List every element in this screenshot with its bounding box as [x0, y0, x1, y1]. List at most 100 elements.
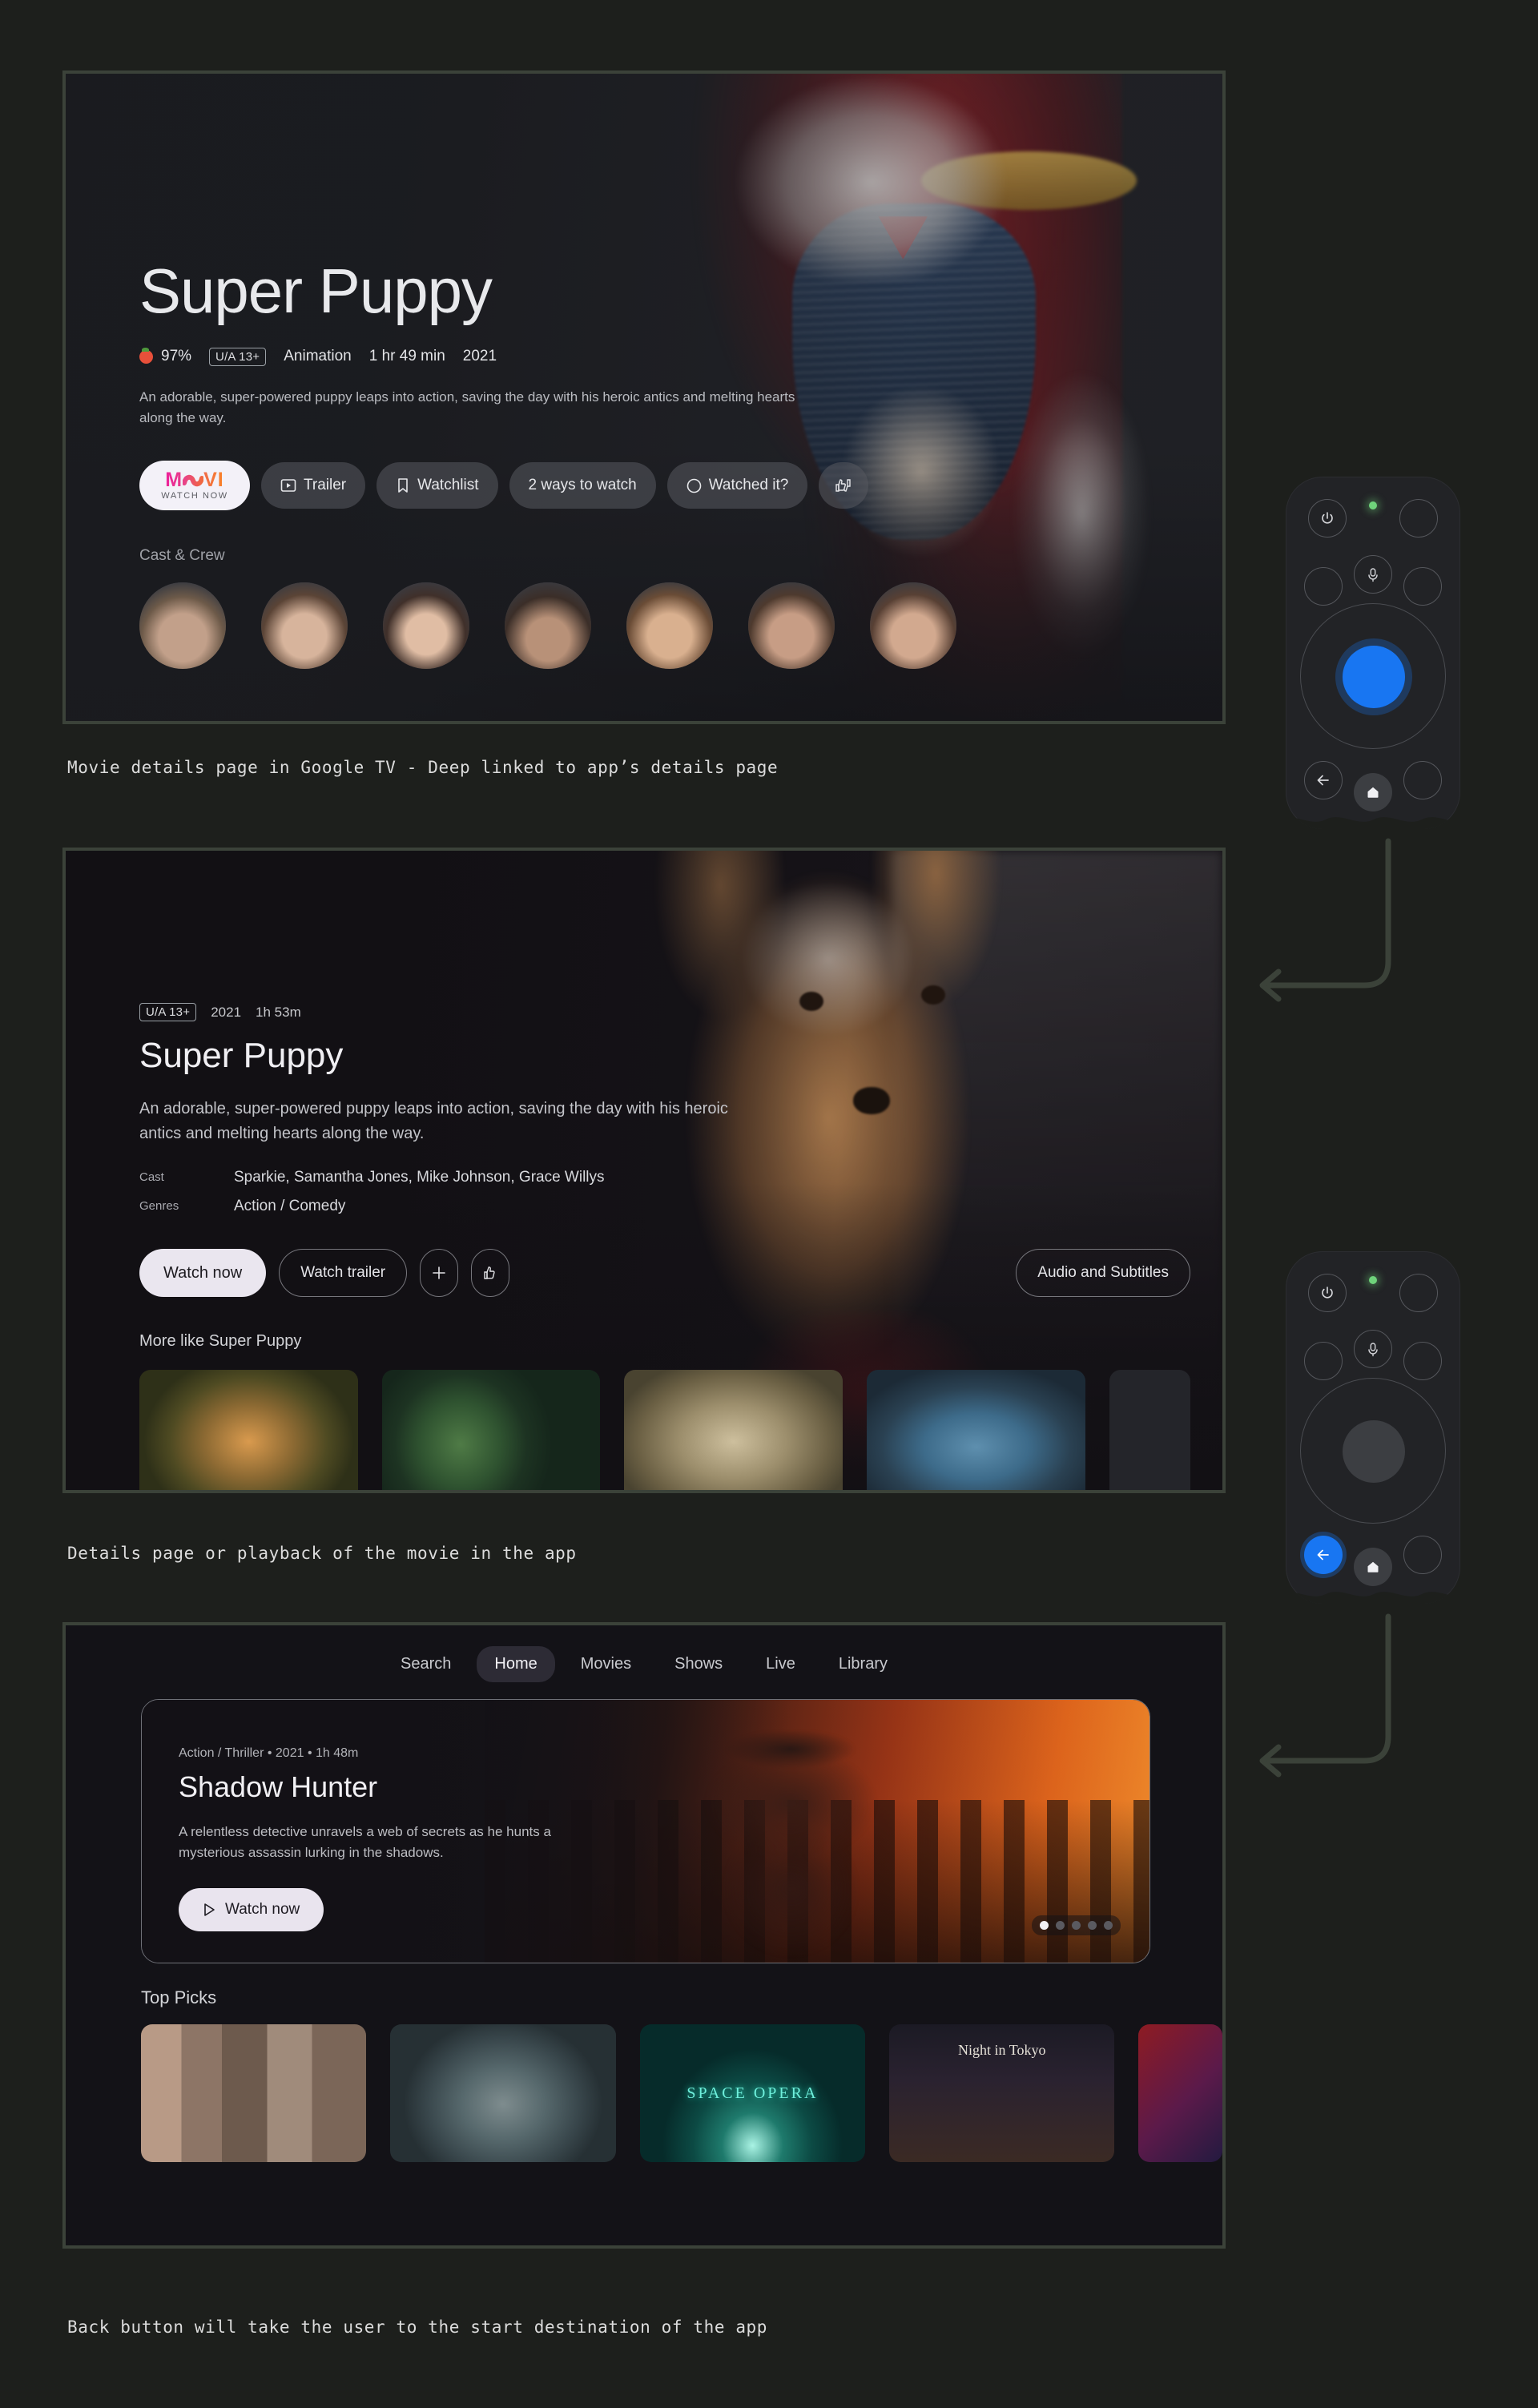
hero-carousel-card[interactable]: Action / Thriller • 2021 • 1h 48m Shadow…	[141, 1699, 1150, 1963]
rail-card-night-in-tokyo-caption: Night in Tokyo	[958, 2042, 1046, 2058]
app-details-screen: U/A 13+ 2021 1h 53m Super Puppy An adora…	[62, 848, 1226, 1493]
top-picks-rail: SPACE OPERA Night in Tokyo	[141, 2024, 1222, 2162]
left-aux-button[interactable]	[1304, 567, 1343, 606]
assistant-button[interactable]	[1354, 555, 1392, 594]
rail-card-partial[interactable]	[1138, 2024, 1222, 2162]
right-bottom-button[interactable]	[1403, 761, 1442, 799]
home-icon	[1367, 1561, 1379, 1572]
top-navigation: Search Home Movies Shows Live Library	[66, 1646, 1222, 1682]
pagination-dot[interactable]	[1072, 1921, 1081, 1930]
flow-arrow-select-to-app-details	[1259, 838, 1391, 1002]
rail-card-agents[interactable]	[141, 2024, 367, 2162]
rail-card-hedgehog[interactable]	[381, 1370, 601, 1490]
pagination-dot[interactable]	[1040, 1921, 1049, 1930]
avatar[interactable]	[383, 582, 469, 670]
watch-now-movi-button[interactable]: M VI WATCH NOW	[139, 461, 250, 511]
add-to-list-button[interactable]	[420, 1249, 459, 1297]
genres-row: Genres Action / Comedy	[139, 1198, 1190, 1215]
nav-item-home[interactable]: Home	[477, 1646, 555, 1682]
google-tv-remote-back-highlighted	[1286, 1251, 1460, 1604]
genres-label: Genres	[139, 1199, 179, 1213]
back-button[interactable]	[1304, 1536, 1343, 1574]
genres-value: Action / Comedy	[234, 1198, 346, 1214]
content-rating-badge: U/A 13+	[209, 347, 267, 366]
nav-item-library[interactable]: Library	[821, 1646, 905, 1682]
watched-it-label: Watched it?	[708, 477, 789, 494]
hero-metadata: Action / Thriller • 2021 • 1h 48m	[179, 1746, 359, 1760]
caption-panel2: Details page or playback of the movie in…	[67, 1544, 577, 1563]
right-bottom-button[interactable]	[1403, 1536, 1442, 1574]
pagination-dot[interactable]	[1104, 1921, 1113, 1930]
home-button[interactable]	[1354, 773, 1392, 811]
rail-card-space-opera[interactable]: SPACE OPERA	[639, 2024, 866, 2162]
watch-now-sub-label: WATCH NOW	[161, 491, 228, 501]
avatar[interactable]	[870, 582, 956, 670]
avatar[interactable]	[748, 582, 835, 670]
avatar[interactable]	[626, 582, 713, 670]
watchlist-button[interactable]: Watchlist	[376, 462, 498, 509]
flow-diagram-canvas: Super Puppy 97% U/A 13+ Animation 1 hr 4…	[0, 0, 1538, 2408]
avatar[interactable]	[505, 582, 591, 670]
cast-row: Cast Sparkie, Samantha Jones, Mike Johns…	[139, 1169, 1190, 1186]
dpad-select-button[interactable]	[1343, 646, 1405, 708]
critic-score: 97%	[161, 348, 192, 365]
rail-card-ape[interactable]	[390, 2024, 616, 2162]
content-rating-badge: U/A 13+	[139, 1003, 197, 1021]
back-arrow-icon	[1317, 775, 1329, 786]
top-picks-label: Top Picks	[141, 1987, 217, 2007]
action-button-row: Watch now Watch trailer Audio and Subtit…	[139, 1249, 1190, 1297]
page-title: Super Puppy	[139, 256, 493, 326]
like-button[interactable]	[471, 1249, 510, 1297]
audio-and-subtitles-button[interactable]: Audio and Subtitles	[1016, 1249, 1190, 1297]
power-button[interactable]	[1308, 1274, 1347, 1312]
power-icon	[1322, 1287, 1333, 1299]
left-aux-button[interactable]	[1304, 1342, 1343, 1380]
flow-arrow-back-to-app-home	[1259, 1613, 1391, 1778]
google-tv-details-screen: Super Puppy 97% U/A 13+ Animation 1 hr 4…	[62, 70, 1226, 724]
watched-it-button[interactable]: Watched it?	[666, 462, 808, 509]
home-button[interactable]	[1354, 1548, 1392, 1586]
rate-button[interactable]	[819, 462, 869, 509]
input-button[interactable]	[1399, 1274, 1438, 1312]
trailer-label: Trailer	[304, 477, 347, 494]
status-led	[1369, 501, 1377, 509]
watch-now-button[interactable]: Watch now	[139, 1249, 267, 1297]
rail-card-monkeys[interactable]	[624, 1370, 843, 1490]
pagination-dot[interactable]	[1088, 1921, 1097, 1930]
nav-item-live[interactable]: Live	[748, 1646, 813, 1682]
play-icon	[203, 1903, 215, 1917]
assistant-button[interactable]	[1354, 1330, 1392, 1368]
nav-item-shows[interactable]: Shows	[657, 1646, 740, 1682]
avatar[interactable]	[261, 582, 348, 670]
synopsis: An adorable, super-powered puppy leaps i…	[139, 1100, 728, 1142]
input-button[interactable]	[1399, 499, 1438, 538]
pagination-dot[interactable]	[1056, 1921, 1065, 1930]
bookmark-icon	[396, 477, 410, 493]
dpad-ring[interactable]	[1300, 603, 1446, 749]
caption-panel1: Movie details page in Google TV - Deep l…	[67, 758, 779, 777]
carousel-pagination[interactable]	[1032, 1915, 1121, 1935]
rail-card-tiger-cub[interactable]	[139, 1370, 358, 1490]
dpad-select-button[interactable]	[1343, 1420, 1405, 1483]
power-button[interactable]	[1308, 499, 1347, 538]
nav-item-movies[interactable]: Movies	[563, 1646, 649, 1682]
back-button[interactable]	[1304, 761, 1343, 799]
nav-item-search[interactable]: Search	[383, 1646, 469, 1682]
release-year: 2021	[462, 348, 497, 365]
trailer-button[interactable]: Trailer	[261, 462, 366, 509]
remote-fade-mask	[1286, 1592, 1460, 1604]
home-icon	[1367, 787, 1379, 798]
dpad-ring[interactable]	[1300, 1378, 1446, 1524]
microphone-icon	[1368, 1343, 1378, 1357]
rail-card-night-in-tokyo[interactable]: Night in Tokyo	[889, 2024, 1115, 2162]
rail-card-partial[interactable]	[1109, 1370, 1191, 1490]
rail-card-birds[interactable]	[867, 1370, 1085, 1490]
right-aux-button[interactable]	[1403, 1342, 1442, 1380]
avatar[interactable]	[139, 582, 226, 670]
genre-label: Animation	[284, 348, 352, 365]
right-aux-button[interactable]	[1403, 567, 1442, 606]
hero-watch-now-button[interactable]: Watch now	[179, 1888, 324, 1931]
hero-title: Shadow Hunter	[179, 1770, 378, 1803]
ways-to-watch-button[interactable]: 2 ways to watch	[509, 462, 656, 509]
watch-trailer-button[interactable]: Watch trailer	[279, 1249, 408, 1297]
